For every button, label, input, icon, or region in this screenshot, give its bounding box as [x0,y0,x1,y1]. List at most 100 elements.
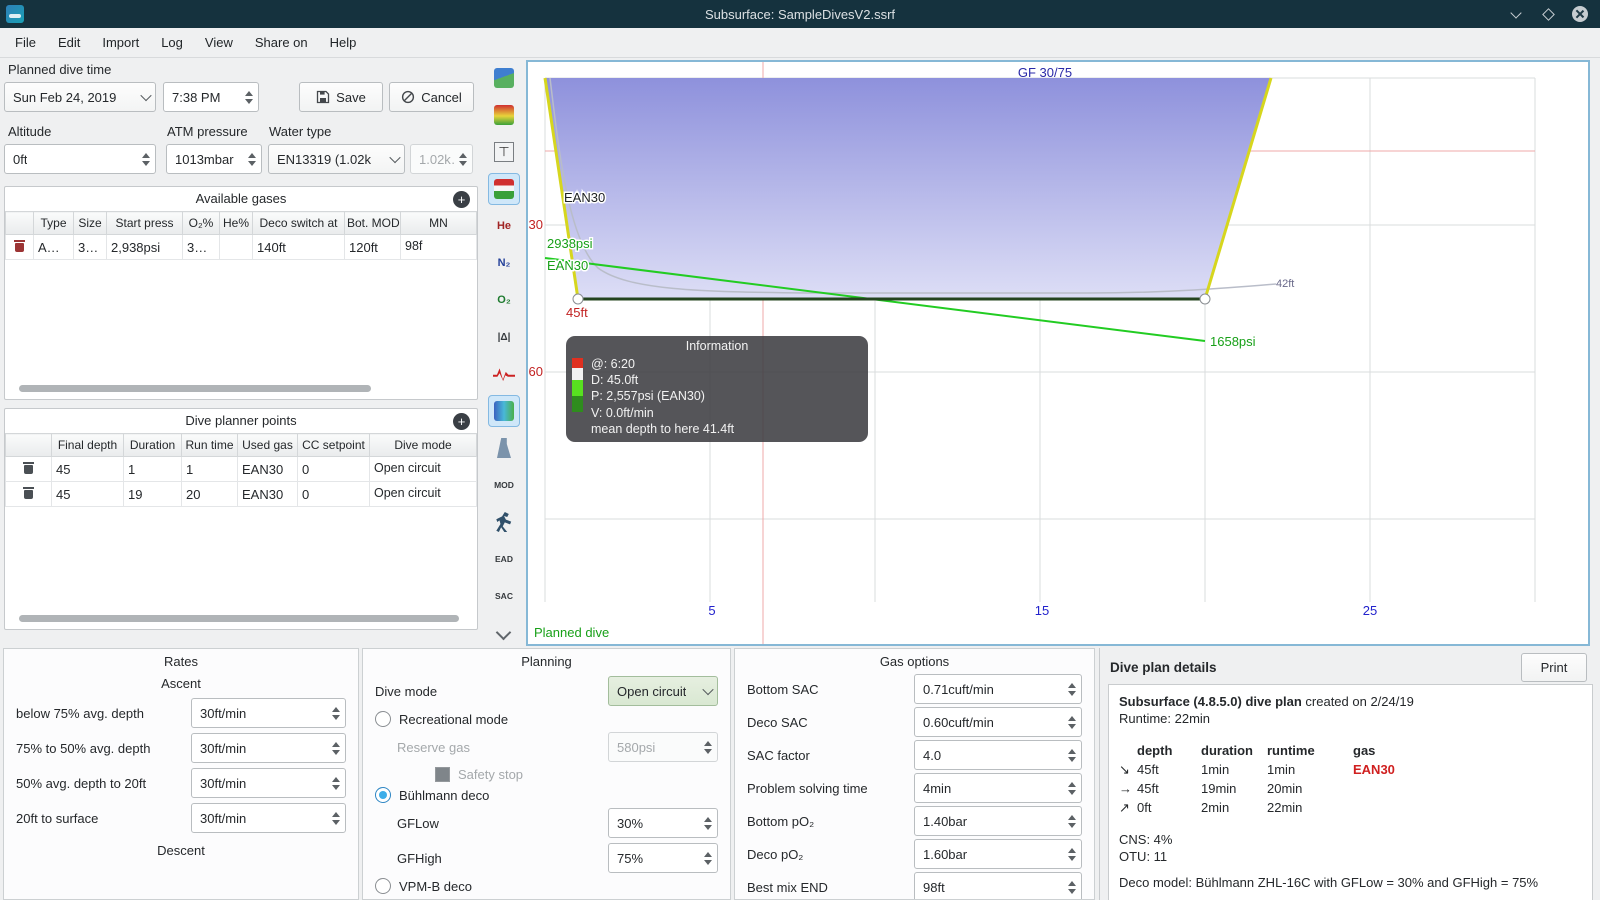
column-header[interactable]: Size [73,211,107,235]
dive-time-input[interactable]: 7:38 PM [163,82,259,112]
toolbar-icon-sac-runner[interactable] [488,506,520,538]
table-cell[interactable]: 120ft [344,234,401,260]
table-cell[interactable]: 3… [182,234,220,260]
collapse-toolbar-icon[interactable] [494,626,514,640]
spinner-arrows-icon[interactable] [1063,814,1081,828]
table-cell[interactable]: 45 [51,481,124,507]
spinner-arrows-icon[interactable] [327,706,345,720]
toolbar-icon-sac[interactable]: SAC [488,580,520,612]
dive-profile-chart[interactable]: GF 30/75 30 60 5 15 25 EAN30 2938psi EAN… [526,60,1590,646]
recreational-mode-radio[interactable] [375,711,391,727]
toolbar-icon-pp-nitrogen[interactable]: N₂ [488,247,520,279]
table-cell[interactable]: 0 [297,481,370,507]
shade-window-icon[interactable] [1508,6,1524,22]
column-header[interactable]: Run time [181,433,238,457]
column-header[interactable]: Used gas [237,433,298,457]
table-cell[interactable]: EAN30 [237,456,298,482]
column-header[interactable]: He% [219,211,253,235]
column-header[interactable]: Deco switch at [252,211,345,235]
table-cell[interactable]: 2,938psi [106,234,183,260]
water-type-select[interactable]: EN13319 (1.02k [268,144,405,174]
gas-option-input[interactable]: 0.60cuft/min [914,707,1082,737]
table-cell[interactable]: 1 [123,456,182,482]
toolbar-icon-mnd[interactable]: |Δ| [488,321,520,353]
rate-input[interactable]: 30ft/min [191,803,346,833]
menu-item[interactable]: Help [319,28,368,57]
spinner-arrows-icon[interactable] [243,152,261,166]
spinner-arrows-icon[interactable] [240,90,258,104]
altitude-input[interactable]: 0ft [4,144,156,174]
gas-option-input[interactable]: 4.0 [914,740,1082,770]
menu-item[interactable]: Log [150,28,194,57]
dive-mode-select[interactable]: Open circuit [608,676,718,706]
column-header[interactable]: Start press [106,211,183,235]
rate-input[interactable]: 30ft/min [191,698,346,728]
table-cell[interactable]: 45 [51,456,124,482]
toolbar-icon-pressure-gradient[interactable] [488,99,520,131]
table-cell[interactable]: 98f [400,234,477,260]
menu-item[interactable]: Share on [244,28,319,57]
toolbar-icon-mod[interactable]: MOD [488,469,520,501]
buhlmann-deco-radio[interactable] [375,787,391,803]
table-cell[interactable]: EAN30 [237,481,298,507]
toolbar-icon-gas-flask[interactable] [488,432,520,464]
spinner-arrows-icon[interactable] [1063,715,1081,729]
gas-option-input[interactable]: 98ft [914,872,1082,899]
profile-handle[interactable] [1199,293,1211,305]
profile-handle[interactable] [572,293,584,305]
spinner-arrows-icon[interactable] [1063,847,1081,861]
gas-option-input[interactable]: 1.60bar [914,839,1082,869]
table-cell[interactable]: Open circuit [369,481,477,507]
gfhigh-input[interactable]: 75% [608,843,718,873]
table-cell[interactable]: 20 [181,481,238,507]
table-cell[interactable]: A… [33,234,74,260]
horizontal-scrollbar[interactable] [19,615,459,622]
column-header[interactable]: Duration [123,433,182,457]
spinner-arrows-icon[interactable] [1063,748,1081,762]
maximize-window-icon[interactable] [1540,6,1556,22]
rate-input[interactable]: 30ft/min [191,733,346,763]
toolbar-icon-tissues[interactable] [488,395,520,427]
close-window-icon[interactable] [1572,6,1588,22]
spinner-arrows-icon[interactable] [699,851,717,865]
menu-item[interactable]: Import [91,28,150,57]
menu-item[interactable]: Edit [47,28,91,57]
vpmb-deco-radio[interactable] [375,878,391,894]
table-cell[interactable]: 1 [181,456,238,482]
spinner-arrows-icon[interactable] [327,811,345,825]
spinner-arrows-icon[interactable] [327,776,345,790]
spinner-arrows-icon[interactable] [1063,682,1081,696]
atm-pressure-input[interactable]: 1013mbar [166,144,262,174]
toolbar-icon-ead[interactable]: EAD [488,543,520,575]
gas-option-input[interactable]: 0.71cuft/min [914,674,1082,704]
add-point-button[interactable] [453,413,470,430]
gas-option-input[interactable]: 4min [914,773,1082,803]
toolbar-icon-pp-oxygen[interactable]: O₂ [488,284,520,316]
gflow-input[interactable]: 30% [608,808,718,838]
save-button[interactable]: Save [299,82,383,112]
cancel-button[interactable]: Cancel [389,82,474,112]
table-cell[interactable]: Open circuit [369,456,477,482]
spinner-arrows-icon[interactable] [699,816,717,830]
table-cell[interactable] [219,234,253,260]
rate-input[interactable]: 30ft/min [191,768,346,798]
delete-row-icon[interactable] [23,486,34,499]
toolbar-icon-ruler[interactable]: ⊤ [488,136,520,168]
column-header[interactable]: CC setpoint [297,433,370,457]
toolbar-icon-pp-helium[interactable]: He [488,210,520,242]
table-cell[interactable]: 19 [123,481,182,507]
toolbar-icon-scenery[interactable] [488,62,520,94]
dive-date-select[interactable]: Sun Feb 24, 2019 [4,82,156,112]
title-bar[interactable]: Subsurface: SampleDivesV2.ssrf [0,0,1600,28]
horizontal-scrollbar[interactable] [19,385,371,392]
delete-row-icon[interactable] [23,461,34,474]
delete-row-icon[interactable] [14,239,25,252]
spinner-arrows-icon[interactable] [137,152,155,166]
toolbar-icon-ceiling[interactable] [488,173,520,205]
menu-item[interactable]: View [194,28,244,57]
profile-info-tooltip[interactable]: Information @: 6:20 D: 45.0ft P: 2,557psi … [566,336,868,442]
gas-option-input[interactable]: 1.40bar [914,806,1082,836]
spinner-arrows-icon[interactable] [1063,781,1081,795]
print-button[interactable]: Print [1521,653,1587,682]
spinner-arrows-icon[interactable] [1063,880,1081,894]
